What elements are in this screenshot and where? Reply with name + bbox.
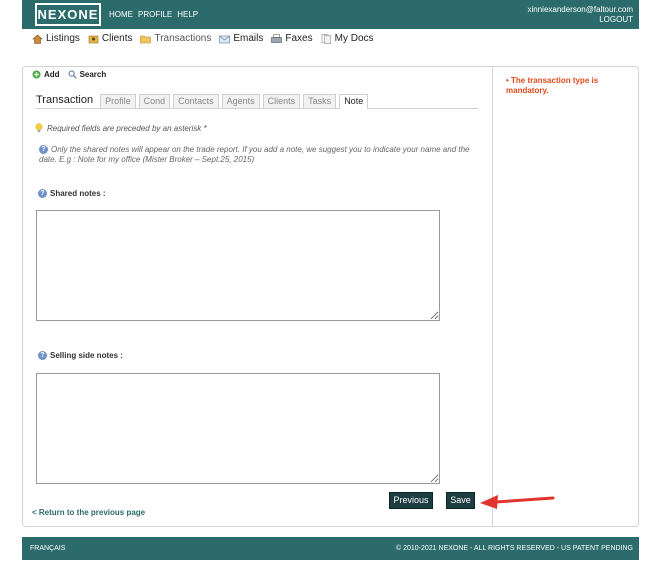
tab-profile[interactable]: Profile [100, 94, 136, 108]
nav-mydocs-label: My Docs [334, 33, 374, 44]
tab-transaction[interactable]: Transaction [36, 94, 97, 108]
house-icon [32, 34, 43, 44]
user-email: xinniexanderson@faltour.com [527, 5, 633, 14]
nav-emails[interactable]: Emails [219, 33, 263, 44]
red-arrow-annotation [480, 495, 555, 509]
selling-notes-textarea[interactable] [36, 373, 440, 484]
notes-info-text: Only the shared notes will appear on the… [39, 145, 470, 164]
nav-profile-link[interactable]: PROFILE [138, 10, 172, 19]
fax-icon [271, 33, 283, 43]
shared-notes-label: Shared notes : [50, 189, 106, 198]
top-nav: HOME PROFILE HELP [109, 10, 198, 19]
nav-mydocs[interactable]: My Docs [321, 33, 374, 44]
main-nav: Listings Clients Transactions Emails Fax… [32, 33, 374, 44]
nexone-logo[interactable]: NEXONE [35, 3, 101, 26]
folder-icon [140, 35, 152, 43]
help-icon[interactable]: ? [38, 351, 47, 360]
search-button[interactable]: Search [68, 70, 107, 79]
save-button[interactable]: Save [446, 492, 475, 509]
docs-icon [321, 33, 331, 44]
selling-notes-label-row: ? Selling side notes : [38, 351, 123, 360]
error-message: • The transaction type is mandatory. [506, 76, 599, 95]
tab-tasks[interactable]: Tasks [303, 94, 337, 108]
copyright-text: © 2010-2021 NEXONE - ALL RIGHTS RESERVED… [395, 545, 633, 552]
previous-button[interactable]: Previous [389, 492, 433, 509]
top-header: NEXONE HOME PROFILE HELP xinniexanderson… [22, 0, 639, 29]
error-text: The transaction type is mandatory. [506, 76, 599, 95]
nav-home-link[interactable]: HOME [109, 10, 133, 19]
nav-faxes[interactable]: Faxes [271, 33, 313, 44]
tab-clients[interactable]: Clients [262, 94, 301, 108]
nav-listings-label: Listings [46, 33, 80, 44]
return-link[interactable]: < Return to the previous page [32, 508, 145, 517]
notes-info: ? Only the shared notes will appear on th… [39, 145, 479, 165]
nav-emails-label: Emails [233, 33, 264, 44]
tab-agents[interactable]: Agents [221, 94, 260, 108]
search-label: Search [79, 70, 107, 79]
tab-cond[interactable]: Cond [138, 94, 171, 108]
nav-transactions-label: Transactions [154, 33, 212, 44]
logout-link[interactable]: LOGOUT [527, 15, 633, 25]
shared-notes-textarea[interactable] [36, 210, 440, 321]
form-toolbar: Add Search [32, 70, 106, 79]
user-box: xinniexanderson@faltour.com LOGOUT [527, 5, 633, 25]
required-hint-text: Required fields are preceded by an aster… [47, 123, 207, 133]
footer: FRANÇAIS © 2010-2021 NEXONE - ALL RIGHTS… [22, 537, 639, 560]
search-icon [68, 70, 77, 79]
nav-faxes-label: Faxes [285, 33, 313, 44]
lightbulb-icon [35, 123, 43, 133]
language-link[interactable]: FRANÇAIS [30, 545, 65, 552]
nav-listings[interactable]: Listings [32, 33, 80, 44]
transaction-form-panel: Add Search Transaction Profile Cond Cont… [22, 66, 493, 527]
add-label: Add [44, 70, 60, 79]
add-icon [32, 70, 41, 79]
error-panel: • The transaction type is mandatory. [493, 66, 639, 527]
tab-note[interactable]: Note [339, 94, 369, 109]
help-icon[interactable]: ? [38, 189, 47, 198]
nav-transactions[interactable]: Transactions [140, 33, 211, 44]
selling-notes-label: Selling side notes : [50, 351, 123, 360]
add-button[interactable]: Add [32, 70, 60, 79]
shared-notes-label-row: ? Shared notes : [38, 189, 106, 198]
clients-icon [88, 35, 99, 43]
required-hint: Required fields are preceded by an aster… [35, 123, 207, 133]
tab-contacts[interactable]: Contacts [173, 94, 219, 108]
help-icon: ? [39, 145, 48, 155]
nav-clients[interactable]: Clients [88, 33, 133, 44]
nav-clients-label: Clients [101, 33, 133, 44]
form-tabs: Transaction Profile Cond Contacts Agents… [36, 93, 478, 109]
envelope-icon [219, 35, 231, 43]
nav-help-link[interactable]: HELP [177, 10, 198, 19]
